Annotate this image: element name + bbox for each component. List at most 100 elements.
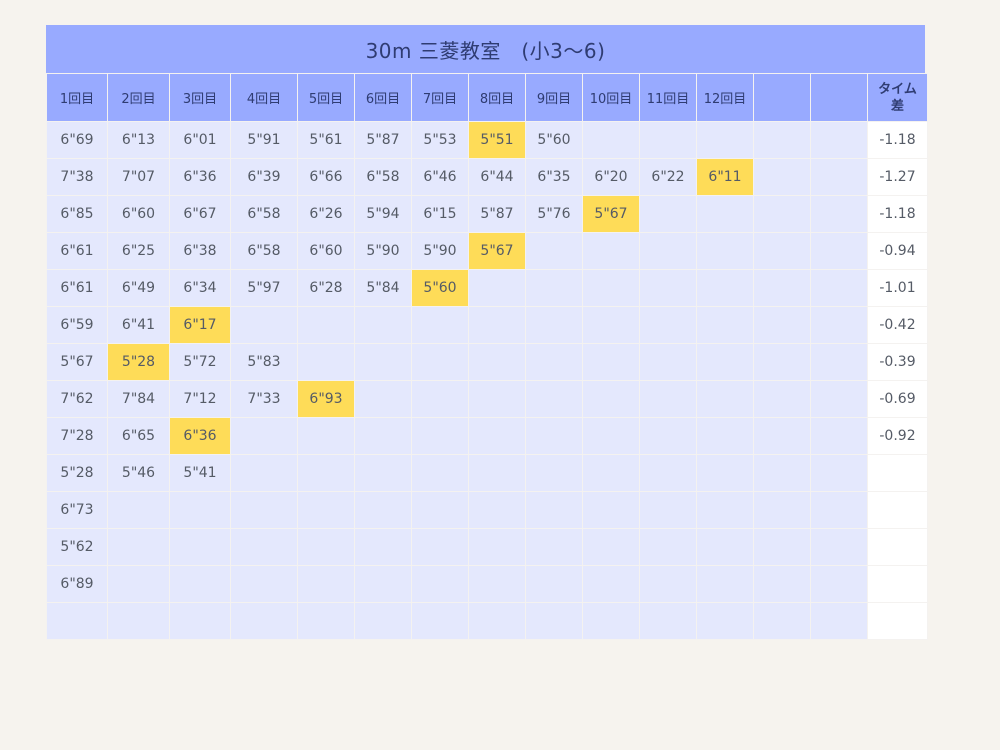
best-time-cell: 6"36 (169, 417, 231, 455)
time-cell: 6"67 (169, 195, 231, 233)
time-cell (753, 454, 811, 492)
time-cell: 6"49 (107, 269, 170, 307)
time-cell (582, 343, 640, 381)
time-cell: 5"84 (354, 269, 412, 307)
best-time-cell: 5"67 (582, 195, 640, 233)
time-cell (582, 417, 640, 455)
time-cell (582, 565, 640, 603)
time-diff-cell: -0.94 (867, 232, 928, 270)
time-cell: 5"87 (468, 195, 526, 233)
time-cell (525, 417, 583, 455)
table-row: 5"62 (46, 528, 928, 566)
header-attempt-3: 3回目 (169, 73, 231, 122)
time-cell (639, 380, 697, 418)
time-cell (696, 269, 754, 307)
time-cell (468, 491, 526, 529)
time-cell (753, 565, 811, 603)
time-cell (230, 454, 298, 492)
time-cell: 6"34 (169, 269, 231, 307)
time-cell: 6"85 (46, 195, 108, 233)
time-table: 1回目 2回目 3回目 4回目 5回目 6回目 7回目 8回目 9回目 10回目 11回目 12回目 タ… (46, 73, 928, 640)
time-cell (354, 491, 412, 529)
time-cell (230, 565, 298, 603)
time-cell: 6"35 (525, 158, 583, 196)
header-attempt-14 (810, 73, 868, 122)
time-cell: 7"33 (230, 380, 298, 418)
time-cell (411, 306, 469, 344)
time-cell (411, 491, 469, 529)
time-cell (639, 232, 697, 270)
time-cell: 6"20 (582, 158, 640, 196)
time-cell: 6"60 (107, 195, 170, 233)
time-cell: 6"58 (230, 195, 298, 233)
time-cell (411, 528, 469, 566)
time-diff-cell: -0.92 (867, 417, 928, 455)
time-diff-cell (867, 565, 928, 603)
time-cell (810, 343, 868, 381)
time-cell (107, 491, 170, 529)
header-time-diff: タイム差 (867, 73, 928, 122)
table-row: 6"59 6"41 6"17 -0.42 (46, 306, 928, 344)
time-cell: 5"53 (411, 121, 469, 159)
time-cell (169, 602, 231, 640)
best-time-cell: 5"67 (468, 232, 526, 270)
time-cell: 5"76 (525, 195, 583, 233)
time-cell (696, 380, 754, 418)
time-cell (230, 602, 298, 640)
sheet-title: 30m 三菱教室 (小3〜6) (46, 25, 925, 73)
time-cell (582, 121, 640, 159)
time-cell: 5"67 (46, 343, 108, 381)
time-cell (696, 121, 754, 159)
time-cell: 6"61 (46, 232, 108, 270)
time-cell (297, 565, 355, 603)
time-cell (468, 602, 526, 640)
time-cell (525, 232, 583, 270)
time-cell (297, 602, 355, 640)
time-cell (810, 528, 868, 566)
time-cell: 6"73 (46, 491, 108, 529)
time-cell (696, 602, 754, 640)
time-cell (810, 417, 868, 455)
time-cell (639, 602, 697, 640)
time-cell (753, 380, 811, 418)
time-cell (230, 528, 298, 566)
time-cell (810, 232, 868, 270)
time-diff-cell (867, 602, 928, 640)
time-cell: 5"97 (230, 269, 298, 307)
time-diff-cell: -1.18 (867, 195, 928, 233)
time-cell (639, 528, 697, 566)
time-cell (107, 528, 170, 566)
time-cell: 6"38 (169, 232, 231, 270)
time-cell (46, 602, 108, 640)
time-cell: 6"89 (46, 565, 108, 603)
time-cell: 6"46 (411, 158, 469, 196)
time-cell: 5"62 (46, 528, 108, 566)
header-attempt-6: 6回目 (354, 73, 412, 122)
time-cell (582, 454, 640, 492)
time-cell (696, 417, 754, 455)
table-body: 6"69 6"13 6"01 5"91 5"61 5"87 5"53 5"51 5"60 -1.1… (46, 121, 928, 640)
time-cell (297, 454, 355, 492)
time-cell (582, 491, 640, 529)
header-attempt-11: 11回目 (639, 73, 697, 122)
best-time-cell: 6"11 (696, 158, 754, 196)
time-cell (525, 454, 583, 492)
header-attempt-9: 9回目 (525, 73, 583, 122)
time-cell (639, 269, 697, 307)
time-cell (582, 380, 640, 418)
time-cell: 6"36 (169, 158, 231, 196)
time-cell (411, 417, 469, 455)
time-cell (696, 195, 754, 233)
time-cell (411, 602, 469, 640)
time-cell (810, 306, 868, 344)
time-cell: 7"84 (107, 380, 170, 418)
time-cell (753, 491, 811, 529)
time-cell: 6"61 (46, 269, 108, 307)
time-cell (169, 491, 231, 529)
best-time-cell: 5"28 (107, 343, 170, 381)
time-cell (297, 306, 355, 344)
time-diff-cell (867, 491, 928, 529)
time-cell (525, 565, 583, 603)
time-cell (639, 565, 697, 603)
time-cell (525, 602, 583, 640)
